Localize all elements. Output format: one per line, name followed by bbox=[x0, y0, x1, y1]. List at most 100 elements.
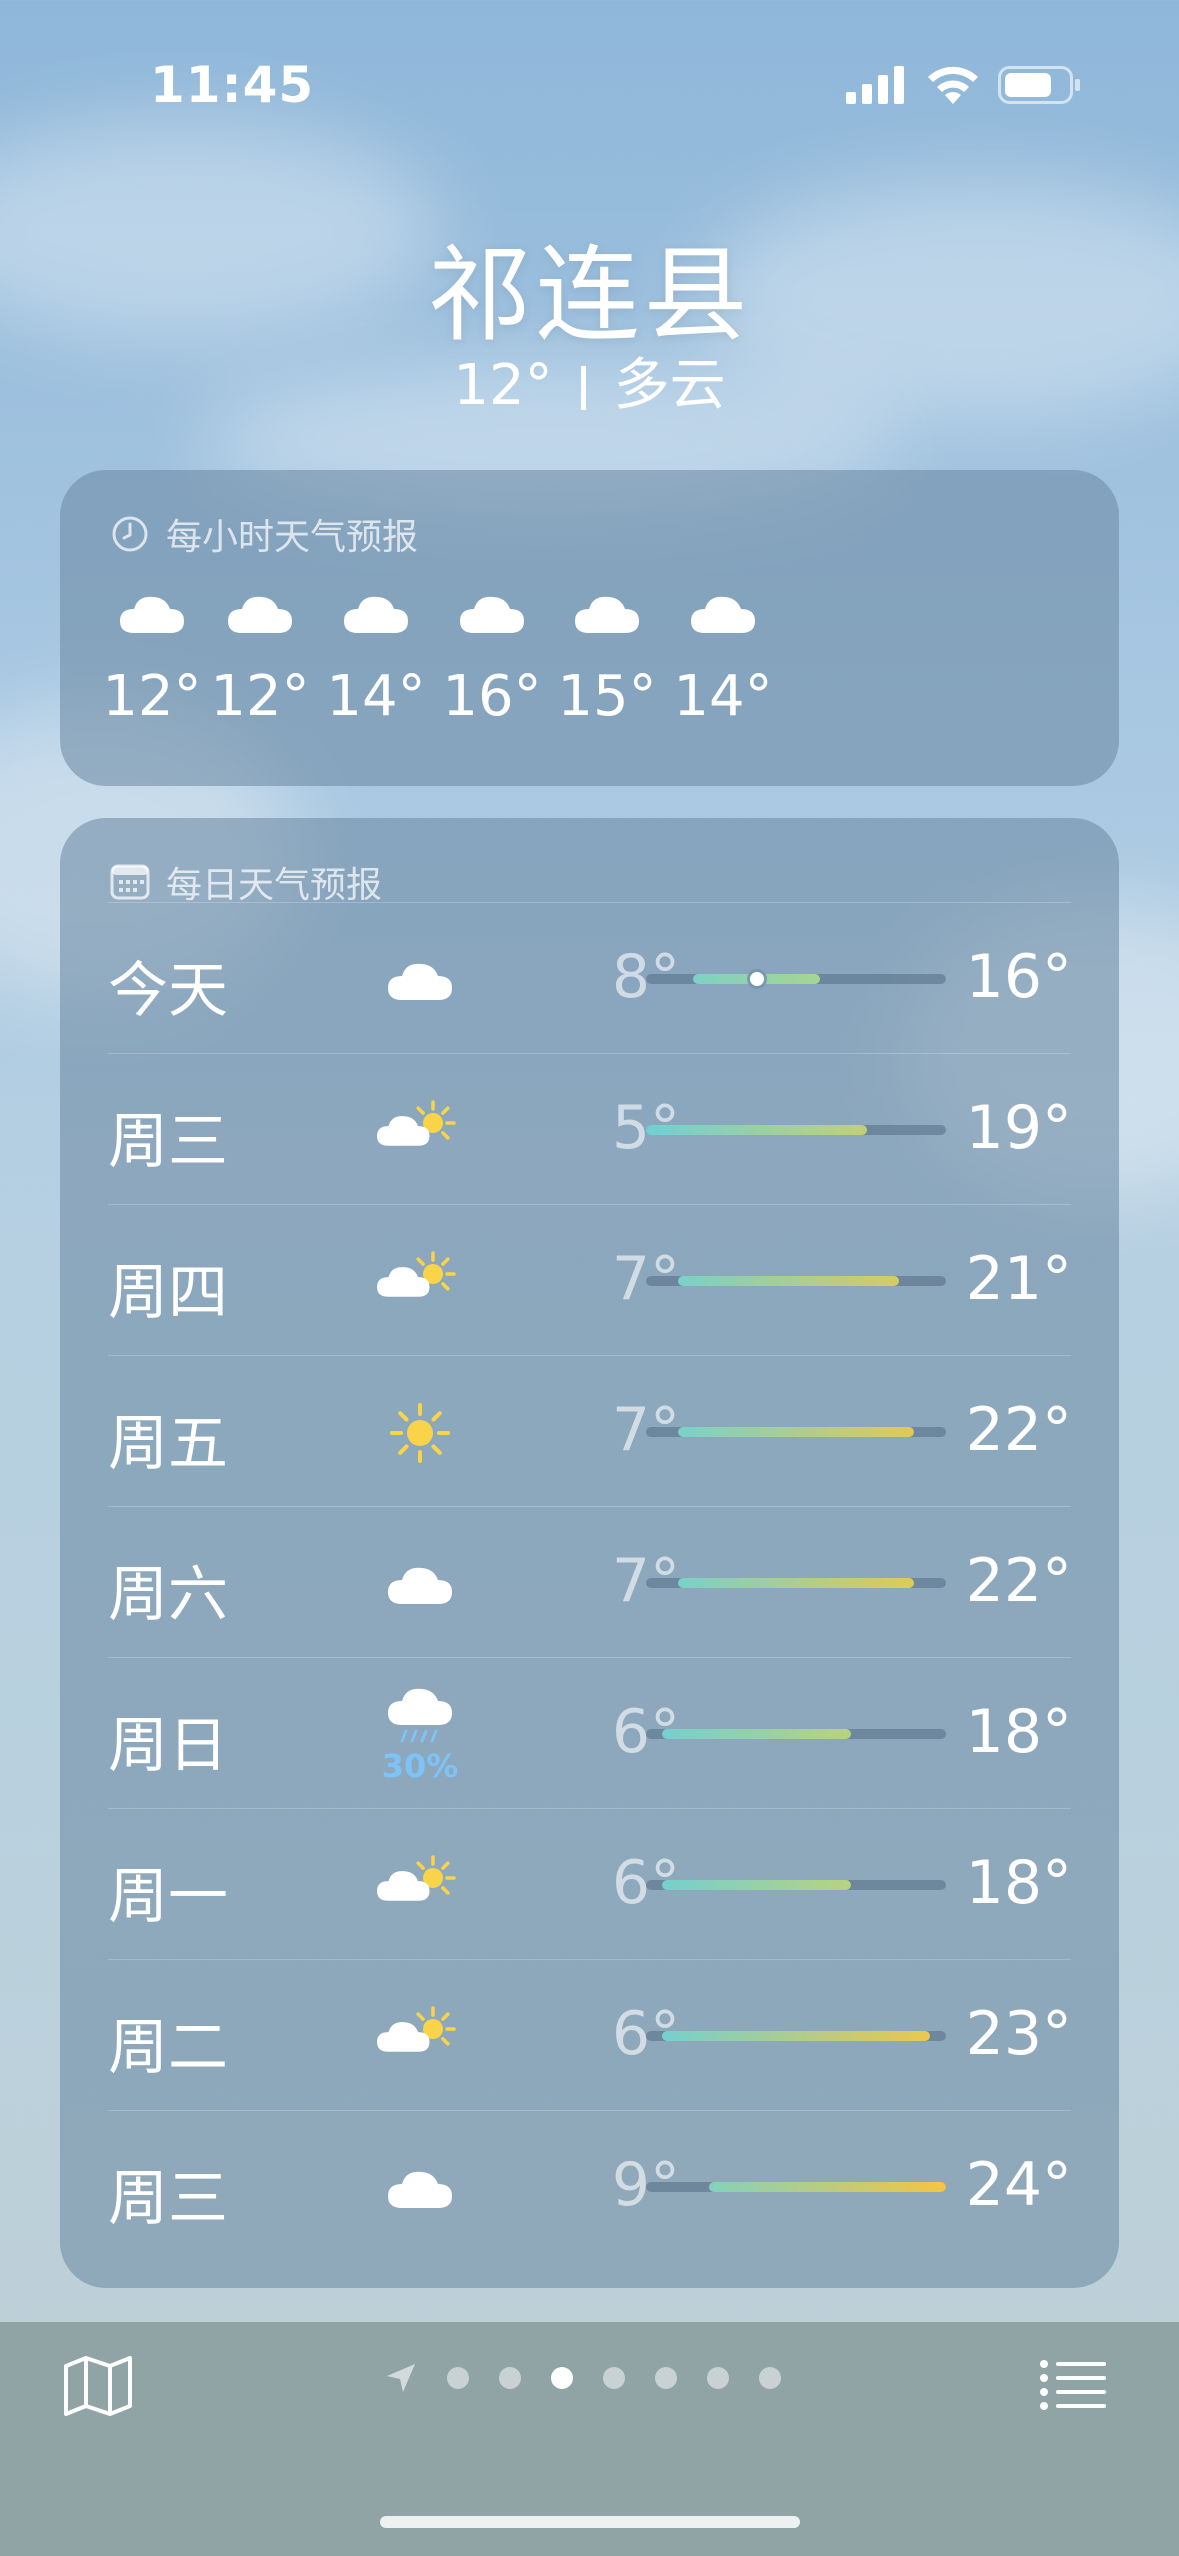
status-time: 11:45 bbox=[150, 56, 315, 114]
hourly-temp: 12° bbox=[210, 664, 310, 729]
hourly-item: 14° bbox=[663, 578, 783, 729]
temp-range-bar bbox=[646, 972, 946, 986]
daily-row[interactable]: 周三 9° 24° bbox=[60, 2110, 1119, 2261]
sun-icon bbox=[350, 1383, 490, 1483]
rain-icon: 30% bbox=[350, 1685, 490, 1785]
day-label: 周四 bbox=[108, 1258, 228, 1328]
day-label: 周六 bbox=[108, 1560, 228, 1630]
partly-sunny-icon bbox=[350, 1836, 490, 1936]
day-label: 周三 bbox=[108, 1107, 228, 1177]
daily-forecast-title: 每日天气预报 bbox=[166, 865, 383, 906]
hourly-temp: 14° bbox=[326, 664, 426, 729]
cloud-icon bbox=[350, 2138, 490, 2238]
hourly-item: 15° bbox=[547, 578, 667, 729]
hourly-temp: 15° bbox=[557, 664, 657, 729]
temp-range-fill bbox=[661, 1880, 852, 1890]
high-temp: 16° bbox=[965, 942, 1072, 1012]
temp-range-bar bbox=[646, 2182, 946, 2192]
page-dot[interactable] bbox=[655, 2367, 677, 2389]
cloud-icon bbox=[350, 1534, 490, 1634]
day-label: 周五 bbox=[108, 1409, 228, 1479]
current-conditions: 12° 多云 bbox=[0, 340, 1179, 421]
temp-range-fill bbox=[677, 1276, 899, 1286]
high-temp: 21° bbox=[965, 1244, 1072, 1314]
map-icon[interactable] bbox=[62, 2354, 134, 2418]
day-label: 周一 bbox=[108, 1862, 228, 1932]
cloud-icon bbox=[316, 578, 436, 648]
cloud-icon bbox=[432, 578, 552, 648]
daily-forecast-header: 每日天气预报 bbox=[110, 856, 382, 908]
page-dot[interactable] bbox=[499, 2367, 521, 2389]
daily-row[interactable]: 周日 30% 6° 18° bbox=[60, 1657, 1119, 1808]
wifi-icon bbox=[928, 66, 978, 104]
high-temp: 22° bbox=[965, 1395, 1072, 1465]
hourly-item: 16° bbox=[432, 578, 552, 729]
temp-range-fill bbox=[677, 1578, 915, 1588]
location-arrow-icon[interactable] bbox=[385, 2362, 417, 2394]
separator bbox=[580, 366, 586, 410]
day-label: 今天 bbox=[108, 956, 228, 1026]
daily-row[interactable]: 周三 5° 19° bbox=[60, 1053, 1119, 1204]
day-label: 周二 bbox=[108, 2013, 228, 2083]
hourly-forecast-title: 每小时天气预报 bbox=[166, 517, 419, 558]
high-temp: 22° bbox=[965, 1546, 1072, 1616]
temp-range-bar bbox=[646, 1729, 946, 1739]
hourly-item: 14° bbox=[316, 578, 436, 729]
hourly-forecast-card[interactable]: 每小时天气预报 12° 12° 14° 16° 15° 14° bbox=[60, 470, 1119, 786]
high-temp: 23° bbox=[965, 1999, 1072, 2069]
clock-icon bbox=[112, 516, 148, 552]
cloud-icon bbox=[92, 578, 212, 648]
precip-chance: 30% bbox=[381, 1747, 459, 1785]
temp-range-bar bbox=[646, 1125, 946, 1135]
temp-range-bar bbox=[646, 2031, 946, 2041]
hourly-temp: 12° bbox=[102, 664, 202, 729]
cloud-icon bbox=[350, 930, 490, 1030]
calendar-icon bbox=[110, 864, 150, 900]
temp-range-fill bbox=[677, 1427, 915, 1437]
cloud-icon bbox=[200, 578, 320, 648]
partly-sunny-icon bbox=[350, 1081, 490, 1181]
hourly-forecast-header: 每小时天气预报 bbox=[110, 508, 418, 560]
temp-range-bar bbox=[646, 1880, 946, 1890]
daily-row[interactable]: 周六 7° 22° bbox=[60, 1506, 1119, 1657]
city-name: 祁连县 bbox=[427, 234, 752, 356]
temp-range-bar bbox=[646, 1427, 946, 1437]
current-condition-text: 多云 bbox=[613, 353, 726, 418]
page-dot[interactable] bbox=[603, 2367, 625, 2389]
page-dot[interactable] bbox=[759, 2367, 781, 2389]
cloud-icon bbox=[663, 578, 783, 648]
page-dot[interactable] bbox=[707, 2367, 729, 2389]
daily-row[interactable]: 周五 7° 22° bbox=[60, 1355, 1119, 1506]
temp-range-fill bbox=[646, 1125, 868, 1135]
temp-range-bar bbox=[646, 1276, 946, 1286]
page-dot[interactable] bbox=[447, 2367, 469, 2389]
hourly-temp: 14° bbox=[673, 664, 773, 729]
partly-sunny-icon bbox=[350, 1232, 490, 1332]
hourly-item: 12° bbox=[200, 578, 320, 729]
status-bar: 11:45 bbox=[0, 0, 1179, 150]
current-temperature: 12° bbox=[453, 353, 553, 418]
daily-row[interactable]: 周二 6° 23° bbox=[60, 1959, 1119, 2110]
temp-range-fill bbox=[661, 2031, 931, 2041]
daily-row[interactable]: 今天 8° 16° bbox=[60, 902, 1119, 1053]
temp-range-bar bbox=[646, 1578, 946, 1588]
bottom-toolbar bbox=[0, 2322, 1179, 2556]
battery-icon bbox=[998, 66, 1080, 104]
partly-sunny-icon bbox=[350, 1987, 490, 2087]
daily-forecast-card[interactable]: 每日天气预报 今天 8° 16° 周三 5° 19° 周四 7° 21° 周五 … bbox=[60, 818, 1119, 2288]
city-list-icon[interactable] bbox=[1040, 2360, 1106, 2410]
high-temp: 18° bbox=[965, 1697, 1072, 1767]
current-temp-dot bbox=[749, 972, 764, 986]
day-label: 周三 bbox=[108, 2164, 228, 2234]
page-indicator[interactable] bbox=[385, 2362, 781, 2394]
cloud-icon bbox=[547, 578, 667, 648]
daily-row[interactable]: 周一 6° 18° bbox=[60, 1808, 1119, 1959]
page-dot[interactable] bbox=[551, 2367, 573, 2389]
home-indicator[interactable] bbox=[380, 2516, 800, 2528]
high-temp: 24° bbox=[965, 2150, 1072, 2220]
high-temp: 18° bbox=[965, 1848, 1072, 1918]
hourly-item: 12° bbox=[92, 578, 212, 729]
day-label: 周日 bbox=[108, 1711, 228, 1781]
daily-row[interactable]: 周四 7° 21° bbox=[60, 1204, 1119, 1355]
cellular-signal-icon bbox=[846, 66, 904, 104]
